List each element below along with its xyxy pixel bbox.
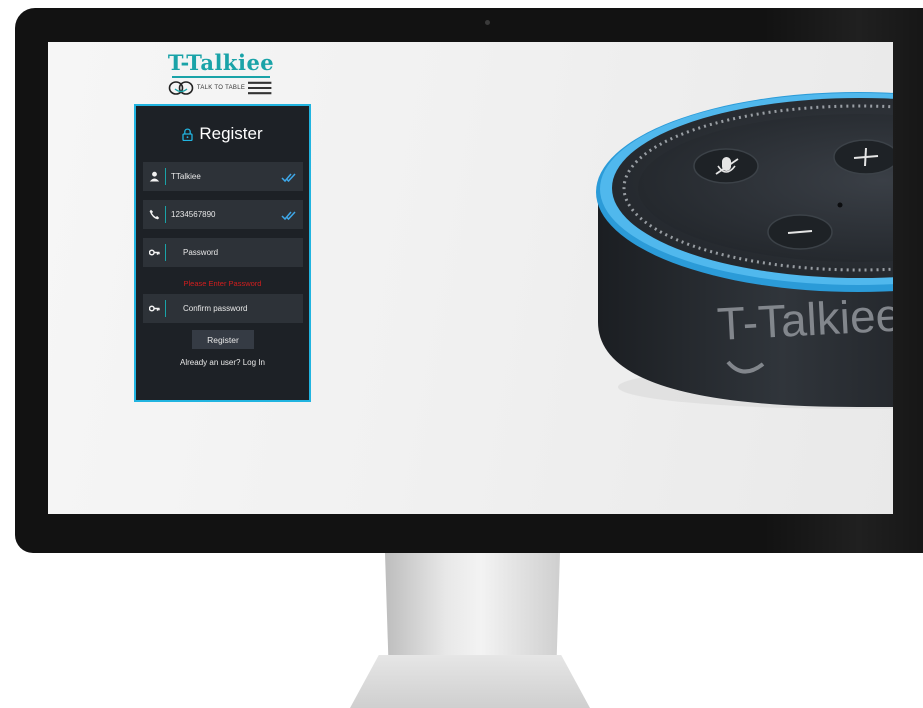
name-input[interactable]: TTalkiee [166, 172, 281, 181]
register-card: Register TTalkiee 1234567890 Password Pl… [134, 104, 311, 402]
confirm-password-input[interactable]: Confirm password [166, 304, 303, 313]
svg-text:T-Talkiee: T-Talkiee [716, 288, 893, 350]
double-check-icon [281, 210, 296, 220]
arrow-lines-icon [248, 81, 272, 95]
smart-speaker-image: T-Talkiee [596, 92, 893, 409]
screen: T-Talkiee TALK TO TABLE Register TTalkie… [48, 42, 893, 514]
user-icon [143, 162, 165, 191]
logo-tagline: TALK TO TABLE [196, 85, 246, 91]
register-title: Register [136, 124, 309, 144]
logo-subline: TALK TO TABLE [166, 80, 276, 96]
lock-icon [182, 128, 193, 141]
password-error-message: Please Enter Password [183, 279, 262, 288]
key-icon [143, 294, 165, 323]
password-field[interactable]: Password [143, 238, 303, 267]
monitor-stand [385, 553, 560, 663]
name-field[interactable]: TTalkiee [143, 162, 303, 191]
monitor-mockup: T-Talkiee TALK TO TABLE Register TTalkie… [0, 0, 923, 708]
phone-icon [143, 200, 165, 229]
confirm-password-field[interactable]: Confirm password [143, 294, 303, 323]
smile-loop-icon [168, 81, 194, 95]
register-title-text: Register [199, 124, 263, 143]
password-input[interactable]: Password [166, 248, 303, 257]
logo-title: T-Talkiee [167, 50, 275, 75]
login-link[interactable]: Already an user? Log In [136, 358, 309, 367]
logo-underline [172, 76, 270, 78]
phone-input[interactable]: 1234567890 [166, 210, 281, 219]
camera-dot [485, 20, 490, 25]
register-button[interactable]: Register [192, 330, 254, 349]
key-icon [143, 238, 165, 267]
double-check-icon [281, 172, 296, 182]
brand-logo: T-Talkiee TALK TO TABLE [166, 50, 276, 96]
monitor-base [350, 655, 590, 708]
phone-field[interactable]: 1234567890 [143, 200, 303, 229]
